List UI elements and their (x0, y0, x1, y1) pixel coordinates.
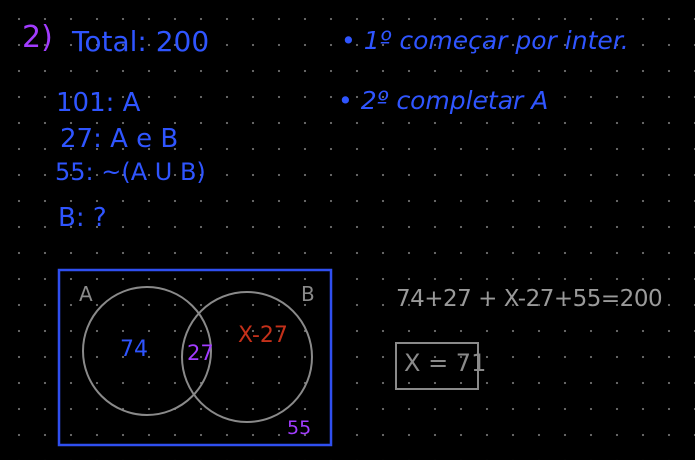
venn-only-b: X-27 (238, 323, 288, 348)
venn-only-a: 74 (120, 337, 148, 362)
step-2: • 2º completar A (338, 86, 549, 115)
given-a-and-b: 27: A e B (60, 124, 179, 154)
answer: X = 71 (404, 349, 487, 377)
equation: 74+27 + X-27+55=200 (396, 286, 663, 312)
total-label: Total: 200 (72, 25, 210, 58)
venn-intersection: 27 (187, 341, 214, 365)
problem-number: 2) (22, 20, 53, 55)
venn-label-b: B (301, 282, 315, 306)
venn-label-a: A (79, 282, 93, 306)
venn-outside: 55 (287, 417, 312, 439)
given-neither: 55: ~(A U B) (55, 158, 206, 186)
question-b: B: ? (58, 203, 107, 233)
given-a: 101: A (56, 88, 141, 118)
step-1: • 1º começar por inter. (341, 26, 629, 55)
